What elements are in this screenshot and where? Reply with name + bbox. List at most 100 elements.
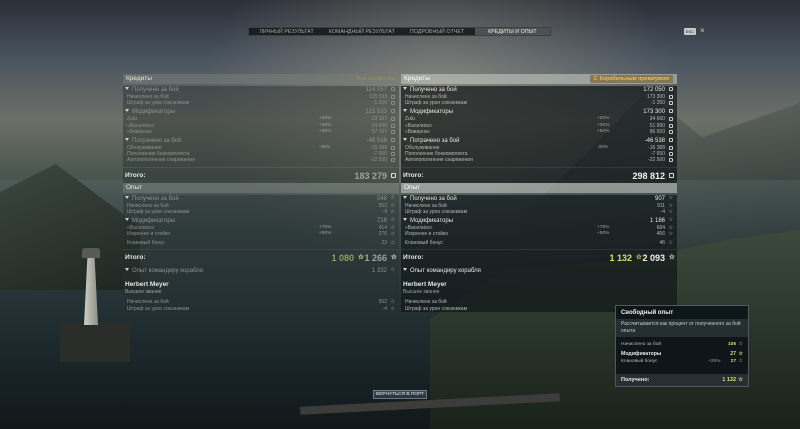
row-percent: +25% [708,359,721,364]
tab-personal-result[interactable]: ЛИЧНЫЙ РЕЗУЛЬТАТ [249,28,324,35]
credits-icon [669,101,673,106]
credits-panel: Получено за бой 114 057 Начислено за бой 1… [123,86,399,183]
row-label: Начислено за бой [621,342,662,347]
exp-total-row: Итого: 1 132 ☆ 2 093 ☆ [401,249,677,265]
star-icon: ☆ [668,231,673,238]
tooltip-earned-row: Начислено за бой 105 ☆ [616,341,748,348]
credits-spent-group[interactable]: Потрачено за бой -46 538 [401,137,677,145]
commander-exp-group[interactable]: Опыт командиру корабля 1 332 ☆ [123,267,399,275]
group-label: Получено за бой [132,87,179,93]
chevron-down-icon [125,87,129,90]
row-percent: +50% [597,128,610,134]
row-value: -1 250 [650,100,665,107]
star-icon: ☆ [738,351,743,357]
tab-team-result[interactable]: КОМАНДНЫЙ РЕЗУЛЬТАТ [324,28,399,35]
group-label: Модификаторы [132,217,176,224]
row-value: 57 767 [371,128,387,135]
chevron-down-icon [403,87,407,90]
chevron-down-icon [403,137,407,141]
row-label: «Виверна» [127,128,153,135]
credits-icon [669,145,673,150]
column-with-premium: Кредиты С Корабельным премиумом Получено… [401,74,677,312]
credits-icon [669,137,673,142]
credits-icon [391,109,395,114]
group-label: Потрачено за бой [132,137,182,144]
row-label: Клановый бонус [405,240,443,247]
group-value: 907 [654,195,665,202]
row-percent: +50% [319,231,332,237]
credits-icon [669,158,673,163]
credits-modifiers-group[interactable]: Модификаторы 115 533 [123,108,399,116]
tooltip-description: Рассчитывается как процент от полученног… [616,319,748,337]
exp-title: Опыт [126,183,143,191]
row-label: Штраф за урон союзникам [127,305,190,312]
star-icon: ☆ [668,224,673,231]
credits-icon [391,129,395,134]
row-label: Автопополнение снаряжения [405,157,473,164]
star-icon: ☆ [738,358,743,364]
commander-exp-group[interactable]: Опыт командиру корабля [401,267,677,275]
exp-modifiers-group[interactable]: Модификаторы 1 186 ☆ [401,217,677,225]
star-icon: ☆ [668,202,673,209]
total-label: Итого: [403,254,424,262]
credits-spent-group[interactable]: Потрачено за бой -46 538 [123,137,399,145]
star-icon: ☆ [390,216,395,223]
chevron-down-icon [125,217,129,221]
row-label: «Василиск» [405,224,433,231]
group-label: Получено за бой [410,195,457,202]
credits-total-value: 298 812 [632,170,665,181]
credits-title: Кредиты [126,75,152,82]
tab-detailed-report[interactable]: ПОДРОБНЫЙ ОТЧЕТ [400,28,475,35]
chevron-down-icon [403,268,407,272]
row-label: Пополнение боекомплекта [405,151,468,158]
credits-icon [669,87,673,91]
credits-icon [391,117,395,122]
credits-icon [391,172,396,178]
list-item: Искренне и стойко +50% 456 ☆ [401,231,677,237]
row-value: 46 [659,240,665,247]
group-label: Получено за бой [132,195,179,202]
star-icon: ☆ [390,194,395,201]
credits-icon [669,129,673,134]
credits-icon [669,152,673,157]
row-label: Начислено за бой [127,299,169,306]
credits-icon [391,158,395,163]
exp-modifiers-group[interactable]: Модификаторы 718 ☆ [123,217,399,225]
star-icon: ☆ [390,305,395,312]
commander-rank: Высшее звание [125,289,162,296]
exp-total-value: 2 093 [642,253,665,264]
credits-icon [669,95,673,99]
credits-total-row: Итого: 183 279 [123,166,399,183]
star-icon: ☆ [668,216,673,223]
free-exp-total-value[interactable]: 1 132 [609,250,632,266]
bg-rocks [60,322,130,362]
credits-earned-group[interactable]: Получено за бой 172 050 [401,86,677,94]
group-label: Потрачено за бой [410,137,460,144]
credits-total-row: Итого: 298 812 [401,166,677,183]
free-exp-total-value[interactable]: 1 080 [331,250,354,266]
chevron-down-icon [403,217,407,221]
tab-credits-and-exp[interactable]: КРЕДИТЫ И ОПЫТ [474,28,550,35]
row-label: Обслуживание [405,144,440,151]
credits-modifiers-group[interactable]: Модификаторы 173 300 [401,108,677,116]
exp-earned-group[interactable]: Получено за бой 907 ☆ [401,195,677,203]
row-label: Zulu [127,116,137,123]
row-label: Начислено за бой [127,202,169,209]
credits-panel: Получено за бой 172 050 Начислено за бой 1… [401,86,677,183]
credits-header: Кредиты С Корабельным премиумом [401,74,677,84]
group-label: Опыт командиру корабля [410,268,481,275]
credits-earned-group[interactable]: Получено за бой 114 057 [123,86,399,94]
close-icon[interactable]: × [700,27,705,35]
row-percent: +50% [319,128,332,134]
exp-earned-group[interactable]: Получено за бой 548 ☆ [123,195,399,203]
tooltip-mods-row: Модификаторы 27 ☆ [616,351,748,358]
row-label: Модификаторы [621,351,662,357]
return-to-port-button[interactable]: ВЕРНУТЬСЯ В ПОРТ [373,390,427,399]
credits-title: Кредиты [404,75,430,82]
list-item: «Виверна» +50% 86 650 [401,129,677,135]
row-label: Начислено за бой [405,299,447,306]
row-value: 456 [656,231,665,238]
commander-name: Herbert Meyer [403,281,447,289]
esc-key-hint[interactable]: ESC [684,28,696,35]
group-value: 172 050 [643,87,665,93]
